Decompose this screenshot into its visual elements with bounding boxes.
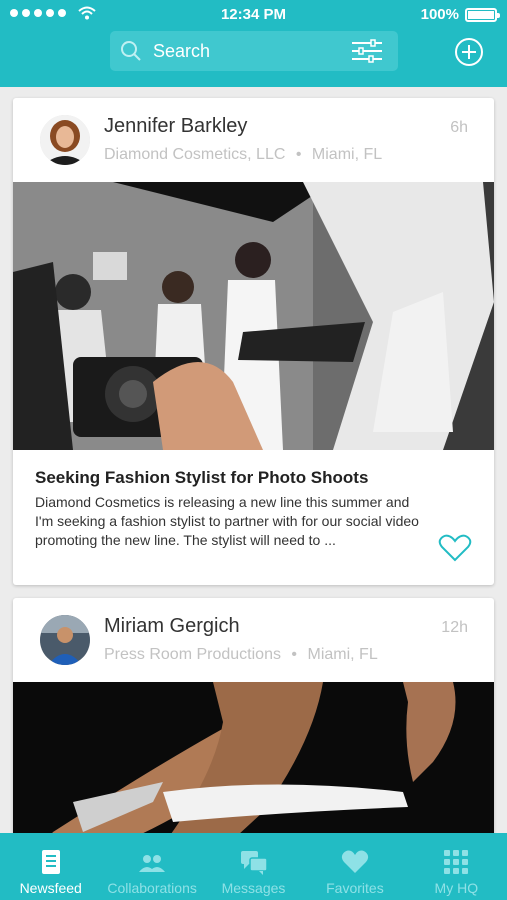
avatar[interactable]	[40, 115, 90, 165]
post-company: Press Room Productions	[104, 646, 281, 663]
status-bar: 12:34 PM 100%	[0, 0, 507, 30]
app-header: 12:34 PM 100% Search	[0, 0, 507, 87]
post-card[interactable]: Miriam Gergich Press Room Productions • …	[13, 598, 494, 833]
heart-icon	[341, 850, 369, 873]
separator-dot: •	[291, 646, 298, 663]
tab-collaborations[interactable]: Collaborations	[101, 833, 202, 900]
favorite-heart-icon[interactable]	[438, 534, 472, 562]
post-company: Diamond Cosmetics, LLC	[104, 146, 286, 163]
tab-newsfeed[interactable]: Newsfeed	[0, 833, 101, 900]
search-bar[interactable]: Search	[110, 31, 398, 71]
post-author[interactable]: Miriam Gergich	[104, 615, 240, 638]
tab-favorites[interactable]: Favorites	[304, 833, 405, 900]
people-icon	[139, 855, 166, 872]
add-post-icon[interactable]	[454, 37, 484, 67]
post-body: Diamond Cosmetics is releasing a new lin…	[35, 494, 419, 548]
tab-label: Newsfeed	[19, 880, 82, 896]
tab-label: My HQ	[434, 880, 479, 896]
chat-icon	[240, 851, 268, 875]
battery-icon	[465, 7, 500, 22]
post-time: 6h	[450, 119, 468, 136]
newsfeed-icon	[41, 850, 60, 874]
post-company-location: Press Room Productions • Miami, FL	[104, 646, 378, 664]
post-card[interactable]: Jennifer Barkley Diamond Cosmetics, LLC …	[13, 98, 494, 585]
post-location: Miami, FL	[311, 146, 383, 163]
tab-label: Collaborations	[107, 880, 197, 896]
post-author[interactable]: Jennifer Barkley	[104, 115, 247, 138]
tab-messages[interactable]: Messages	[203, 833, 304, 900]
search-icon	[121, 41, 141, 61]
separator-dot: •	[295, 146, 302, 163]
tab-bar: Newsfeed Collaborations Messages Favorit…	[0, 833, 507, 900]
post-company-location: Diamond Cosmetics, LLC • Miami, FL	[104, 146, 382, 164]
battery-percent: 100%	[420, 6, 459, 23]
tab-label: Messages	[221, 880, 286, 896]
post-photo[interactable]	[13, 682, 494, 833]
grid-icon	[444, 850, 469, 874]
newsfeed: Jennifer Barkley Diamond Cosmetics, LLC …	[0, 87, 507, 833]
avatar[interactable]	[40, 615, 90, 665]
post-title[interactable]: Seeking Fashion Stylist for Photo Shoots	[35, 468, 368, 488]
post-location: Miami, FL	[307, 646, 378, 663]
tab-label: Favorites	[326, 880, 384, 896]
filter-icon[interactable]	[351, 39, 383, 63]
post-time: 12h	[441, 619, 468, 636]
post-photo[interactable]	[13, 182, 494, 450]
tab-my-hq[interactable]: My HQ	[406, 833, 507, 900]
search-input[interactable]: Search	[153, 41, 210, 62]
